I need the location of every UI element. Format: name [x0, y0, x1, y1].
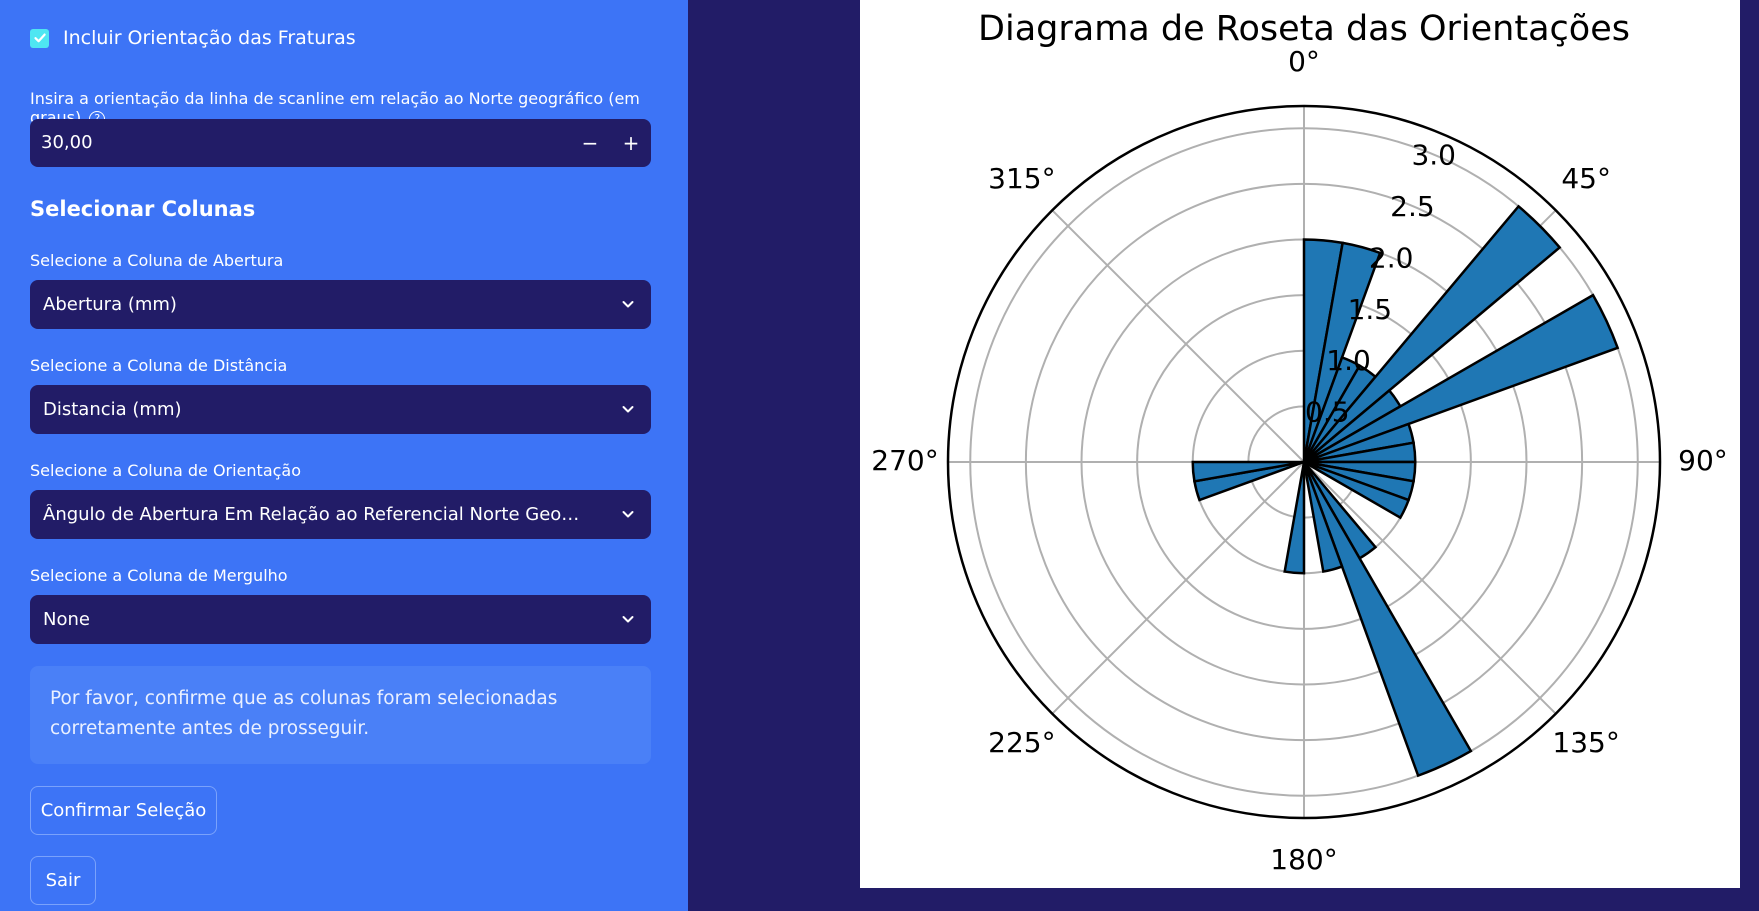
- exit-button[interactable]: Sair: [30, 856, 96, 905]
- include-orientation-checkbox[interactable]: [30, 28, 49, 48]
- checkmark-icon: [33, 33, 46, 43]
- decrement-button[interactable]: −: [570, 119, 610, 167]
- abertura-select-value: Abertura (mm): [43, 294, 177, 315]
- chevron-down-icon: [622, 511, 634, 518]
- angular-grid-line: [1303, 461, 1557, 715]
- distancia-label: Selecione a Coluna de Distância: [30, 356, 288, 375]
- distancia-select-value: Distancia (mm): [43, 399, 182, 420]
- info-alert-text: Por favor, confirme que as colunas foram…: [50, 688, 558, 739]
- scanline-orientation-input[interactable]: 30,00 − +: [30, 119, 651, 167]
- abertura-select[interactable]: Abertura (mm): [30, 280, 651, 329]
- rose-diagram-chart: 0.5 1.0 1.5 2.0 2.5 3.0 0° 45° 90° 135° 180° 225° 27…: [871, 9, 1728, 876]
- orientacao-select-value: Ângulo de Abertura Em Relação ao Referen…: [43, 504, 583, 525]
- angle-tick-label: 270°: [871, 444, 938, 477]
- mergulho-select[interactable]: None: [30, 595, 651, 644]
- angular-grid-line: [1051, 461, 1305, 715]
- distancia-select[interactable]: Distancia (mm): [30, 385, 651, 434]
- chart-title: Diagrama de Roseta das Orientações: [978, 9, 1630, 49]
- include-orientation-checkbox-row[interactable]: Incluir Orientação das Fraturas: [30, 27, 356, 49]
- orientacao-select[interactable]: Ângulo de Abertura Em Relação ao Referen…: [30, 490, 651, 539]
- mergulho-select-value: None: [43, 609, 90, 630]
- angle-tick-label: 135°: [1552, 726, 1619, 759]
- section-title: Selecionar Colunas: [30, 197, 256, 221]
- orientacao-label: Selecione a Coluna de Orientação: [30, 461, 302, 480]
- radial-tick-label: 0.5: [1305, 396, 1350, 429]
- radial-tick-label: 3.0: [1411, 139, 1456, 172]
- radial-tick-label: 1.0: [1326, 344, 1371, 377]
- angle-tick-label: 225°: [988, 726, 1055, 759]
- sidebar: Incluir Orientação das Fraturas Insira a…: [0, 0, 688, 911]
- angle-tick-label: 90°: [1678, 444, 1728, 477]
- chevron-down-icon: [622, 301, 634, 308]
- scanline-orientation-value[interactable]: 30,00: [41, 132, 93, 153]
- abertura-label: Selecione a Coluna de Abertura: [30, 251, 284, 270]
- chevron-down-icon: [622, 406, 634, 413]
- angle-tick-label: 315°: [988, 162, 1055, 195]
- include-orientation-label: Incluir Orientação das Fraturas: [63, 27, 356, 49]
- chevron-down-icon: [622, 616, 634, 623]
- radial-tick-label: 2.5: [1390, 190, 1435, 223]
- info-alert: Por favor, confirme que as colunas foram…: [30, 666, 651, 764]
- increment-button[interactable]: +: [611, 119, 651, 167]
- angle-tick-label: 45°: [1561, 162, 1611, 195]
- angle-tick-label: 180°: [1270, 843, 1337, 876]
- radial-tick-label: 2.0: [1369, 241, 1414, 274]
- confirm-selection-button[interactable]: Confirmar Seleção: [30, 786, 217, 835]
- rose-diagram-panel: 0.5 1.0 1.5 2.0 2.5 3.0 0° 45° 90° 135° 180° 225° 27…: [860, 0, 1740, 888]
- mergulho-label: Selecione a Coluna de Mergulho: [30, 566, 288, 585]
- radial-tick-label: 1.5: [1348, 293, 1393, 326]
- angle-tick-label: 0°: [1288, 45, 1320, 78]
- angular-grid-line: [1051, 209, 1305, 463]
